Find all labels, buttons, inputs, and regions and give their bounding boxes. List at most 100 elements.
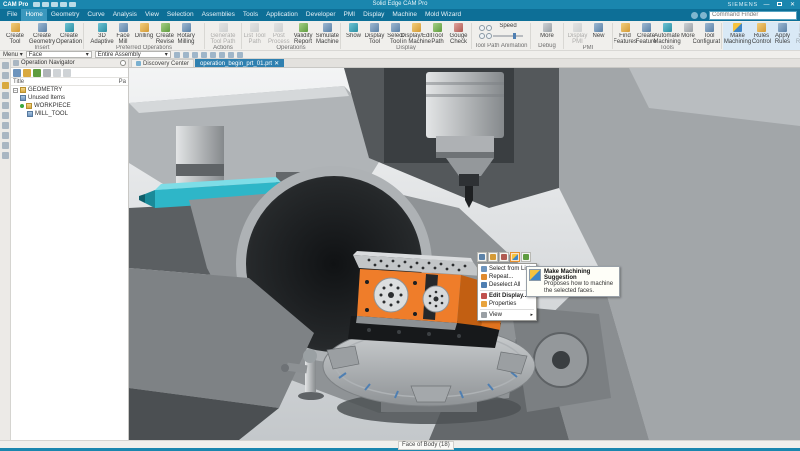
play-forward-icon[interactable] bbox=[479, 33, 485, 39]
tab-mold-wizard[interactable]: Mold Wizard bbox=[421, 9, 465, 21]
tree-item-geometry[interactable]: − GEOMETRY bbox=[11, 86, 128, 94]
minimize-button[interactable]: — bbox=[762, 1, 771, 9]
operation-navigator-icon[interactable] bbox=[2, 82, 9, 89]
animation-speed-slider[interactable] bbox=[493, 35, 523, 37]
hd3d-tools-icon[interactable] bbox=[2, 122, 9, 129]
tool-configurator-button[interactable]: Tool Configurator bbox=[699, 23, 719, 45]
find-features-button[interactable]: Find Features bbox=[615, 23, 635, 45]
create-revise-operation-button[interactable]: Create Revise Operation bbox=[155, 23, 175, 45]
column-title[interactable]: Title bbox=[13, 79, 24, 85]
end-point-icon[interactable] bbox=[183, 52, 189, 58]
tab-display[interactable]: Display bbox=[359, 9, 388, 21]
find-icon[interactable] bbox=[53, 69, 61, 77]
maximize-button[interactable] bbox=[775, 1, 784, 9]
reuse-library-icon[interactable] bbox=[2, 112, 9, 119]
redo-icon[interactable] bbox=[51, 2, 58, 7]
close-button[interactable]: ✕ bbox=[788, 1, 797, 9]
new-pmi-button[interactable]: New bbox=[589, 23, 609, 39]
make-machining-suggestion-button[interactable]: Make Machining Suggestion bbox=[725, 23, 751, 45]
create-operation-button[interactable]: Create Operation bbox=[56, 23, 82, 45]
close-tab-icon[interactable]: ✕ bbox=[274, 60, 279, 67]
window-icon[interactable] bbox=[60, 2, 67, 7]
validity-report-button[interactable]: Validity Report bbox=[291, 23, 314, 45]
program-order-view-icon[interactable] bbox=[13, 69, 21, 77]
quadrant-point-icon[interactable] bbox=[228, 52, 234, 58]
undo-icon[interactable] bbox=[42, 2, 49, 7]
gouge-check-button[interactable]: Gouge Check bbox=[449, 23, 469, 45]
machine-tool-navigator-icon[interactable] bbox=[2, 92, 9, 99]
constraint-navigator-icon[interactable] bbox=[2, 72, 9, 79]
selection-scope-combo[interactable]: Entire Assembly▾ bbox=[95, 51, 171, 58]
user-account-icon[interactable] bbox=[691, 12, 698, 19]
tab-active-part[interactable]: operation_begin_prt_01.prt ✕ bbox=[195, 59, 284, 67]
geometry-view-icon[interactable] bbox=[33, 69, 41, 77]
tool-path-report-button[interactable]: Tool Path Report bbox=[428, 23, 448, 45]
tab-view[interactable]: View bbox=[141, 9, 163, 21]
select-cursor-icon[interactable] bbox=[477, 252, 487, 262]
step-backward-icon[interactable] bbox=[486, 25, 492, 31]
menu-item-view[interactable]: View▸ bbox=[478, 311, 536, 319]
web-browser-icon[interactable] bbox=[2, 132, 9, 139]
edit-icon[interactable] bbox=[488, 252, 498, 262]
slider-thumb[interactable] bbox=[513, 33, 516, 39]
part-navigator-icon[interactable] bbox=[2, 102, 9, 109]
create-geometry-button[interactable]: Create Geometry bbox=[29, 23, 55, 45]
tree-item-unused-items[interactable]: Unused Items bbox=[11, 94, 128, 102]
tab-discovery-center[interactable]: Discovery Center bbox=[131, 59, 194, 67]
create-tool-button[interactable]: Create Tool bbox=[2, 23, 28, 45]
machining-method-view-icon[interactable] bbox=[43, 69, 51, 77]
assembly-navigator-icon[interactable] bbox=[2, 62, 9, 69]
tab-developer[interactable]: Developer bbox=[302, 9, 340, 21]
roles-icon[interactable] bbox=[2, 152, 9, 159]
tab-assemblies[interactable]: Assemblies bbox=[198, 9, 239, 21]
customize-quick-access-icon[interactable] bbox=[69, 2, 76, 7]
arc-center-icon[interactable] bbox=[219, 52, 225, 58]
tab-home[interactable]: Home bbox=[21, 9, 46, 21]
generate-tool-path-button[interactable]: Generate Tool Path bbox=[210, 23, 236, 45]
step-forward-icon[interactable] bbox=[486, 33, 492, 39]
history-icon[interactable] bbox=[2, 142, 9, 149]
display-tool-path-button[interactable]: Display Tool Path bbox=[365, 23, 385, 45]
rotary-milling-button[interactable]: Rotary Milling bbox=[176, 23, 196, 45]
rules-control-button[interactable]: Rules Control bbox=[752, 23, 772, 45]
command-finder-input[interactable] bbox=[709, 11, 797, 20]
snap-point-icon[interactable] bbox=[174, 52, 180, 58]
show-button[interactable]: Show bbox=[344, 23, 364, 39]
intersection-point-icon[interactable] bbox=[210, 52, 216, 58]
tab-pmi[interactable]: PMI bbox=[340, 9, 360, 21]
tab-selection[interactable]: Selection bbox=[163, 9, 198, 21]
tree-item-mill-tool[interactable]: MILL_TOOL bbox=[11, 110, 128, 118]
selection-filter-combo[interactable]: Face▾ bbox=[26, 51, 92, 58]
face-mill-button[interactable]: Face Mill Zig-Zag bbox=[113, 23, 133, 45]
tab-application[interactable]: Application bbox=[262, 9, 302, 21]
automate-machining-button[interactable]: Automate Machining bbox=[657, 23, 677, 45]
display-pmi-button[interactable]: Display PMI bbox=[568, 23, 588, 45]
column-path[interactable]: Pa bbox=[119, 79, 126, 85]
tab-machine[interactable]: Machine bbox=[388, 9, 421, 21]
list-icon[interactable] bbox=[521, 252, 531, 262]
save-icon[interactable] bbox=[33, 2, 40, 7]
tab-analysis[interactable]: Analysis bbox=[109, 9, 141, 21]
tab-file[interactable]: File bbox=[3, 9, 21, 21]
edit-rules-button[interactable]: Edit Rules bbox=[794, 23, 800, 45]
machine-3d-view[interactable] bbox=[129, 68, 800, 440]
post-process-button[interactable]: Post Process bbox=[267, 23, 290, 45]
center-point-icon[interactable] bbox=[201, 52, 207, 58]
adaptive-roughing-button[interactable]: 3D Adaptive Roughing bbox=[92, 23, 112, 45]
menu-dropdown[interactable]: Menu ▾ bbox=[3, 51, 23, 58]
columns-icon[interactable] bbox=[63, 69, 71, 77]
tab-curve[interactable]: Curve bbox=[83, 9, 108, 21]
make-machining-suggestion-mini-icon[interactable] bbox=[510, 252, 520, 262]
tab-geometry[interactable]: Geometry bbox=[47, 9, 84, 21]
delete-icon[interactable] bbox=[499, 252, 509, 262]
tree-item-workpiece[interactable]: WORKPIECE bbox=[11, 102, 128, 110]
mid-point-icon[interactable] bbox=[192, 52, 198, 58]
display-edit-in-machine-button[interactable]: Display/Edit in Machine bbox=[407, 23, 427, 45]
expander-icon[interactable]: − bbox=[13, 88, 18, 93]
help-icon[interactable] bbox=[700, 12, 707, 19]
simulate-machine-button[interactable]: Simulate Machine bbox=[316, 23, 339, 45]
play-backward-icon[interactable] bbox=[479, 25, 485, 31]
machine-tool-view-icon[interactable] bbox=[23, 69, 31, 77]
tab-tools[interactable]: Tools bbox=[239, 9, 262, 21]
debug-more-button[interactable]: More bbox=[537, 23, 557, 39]
